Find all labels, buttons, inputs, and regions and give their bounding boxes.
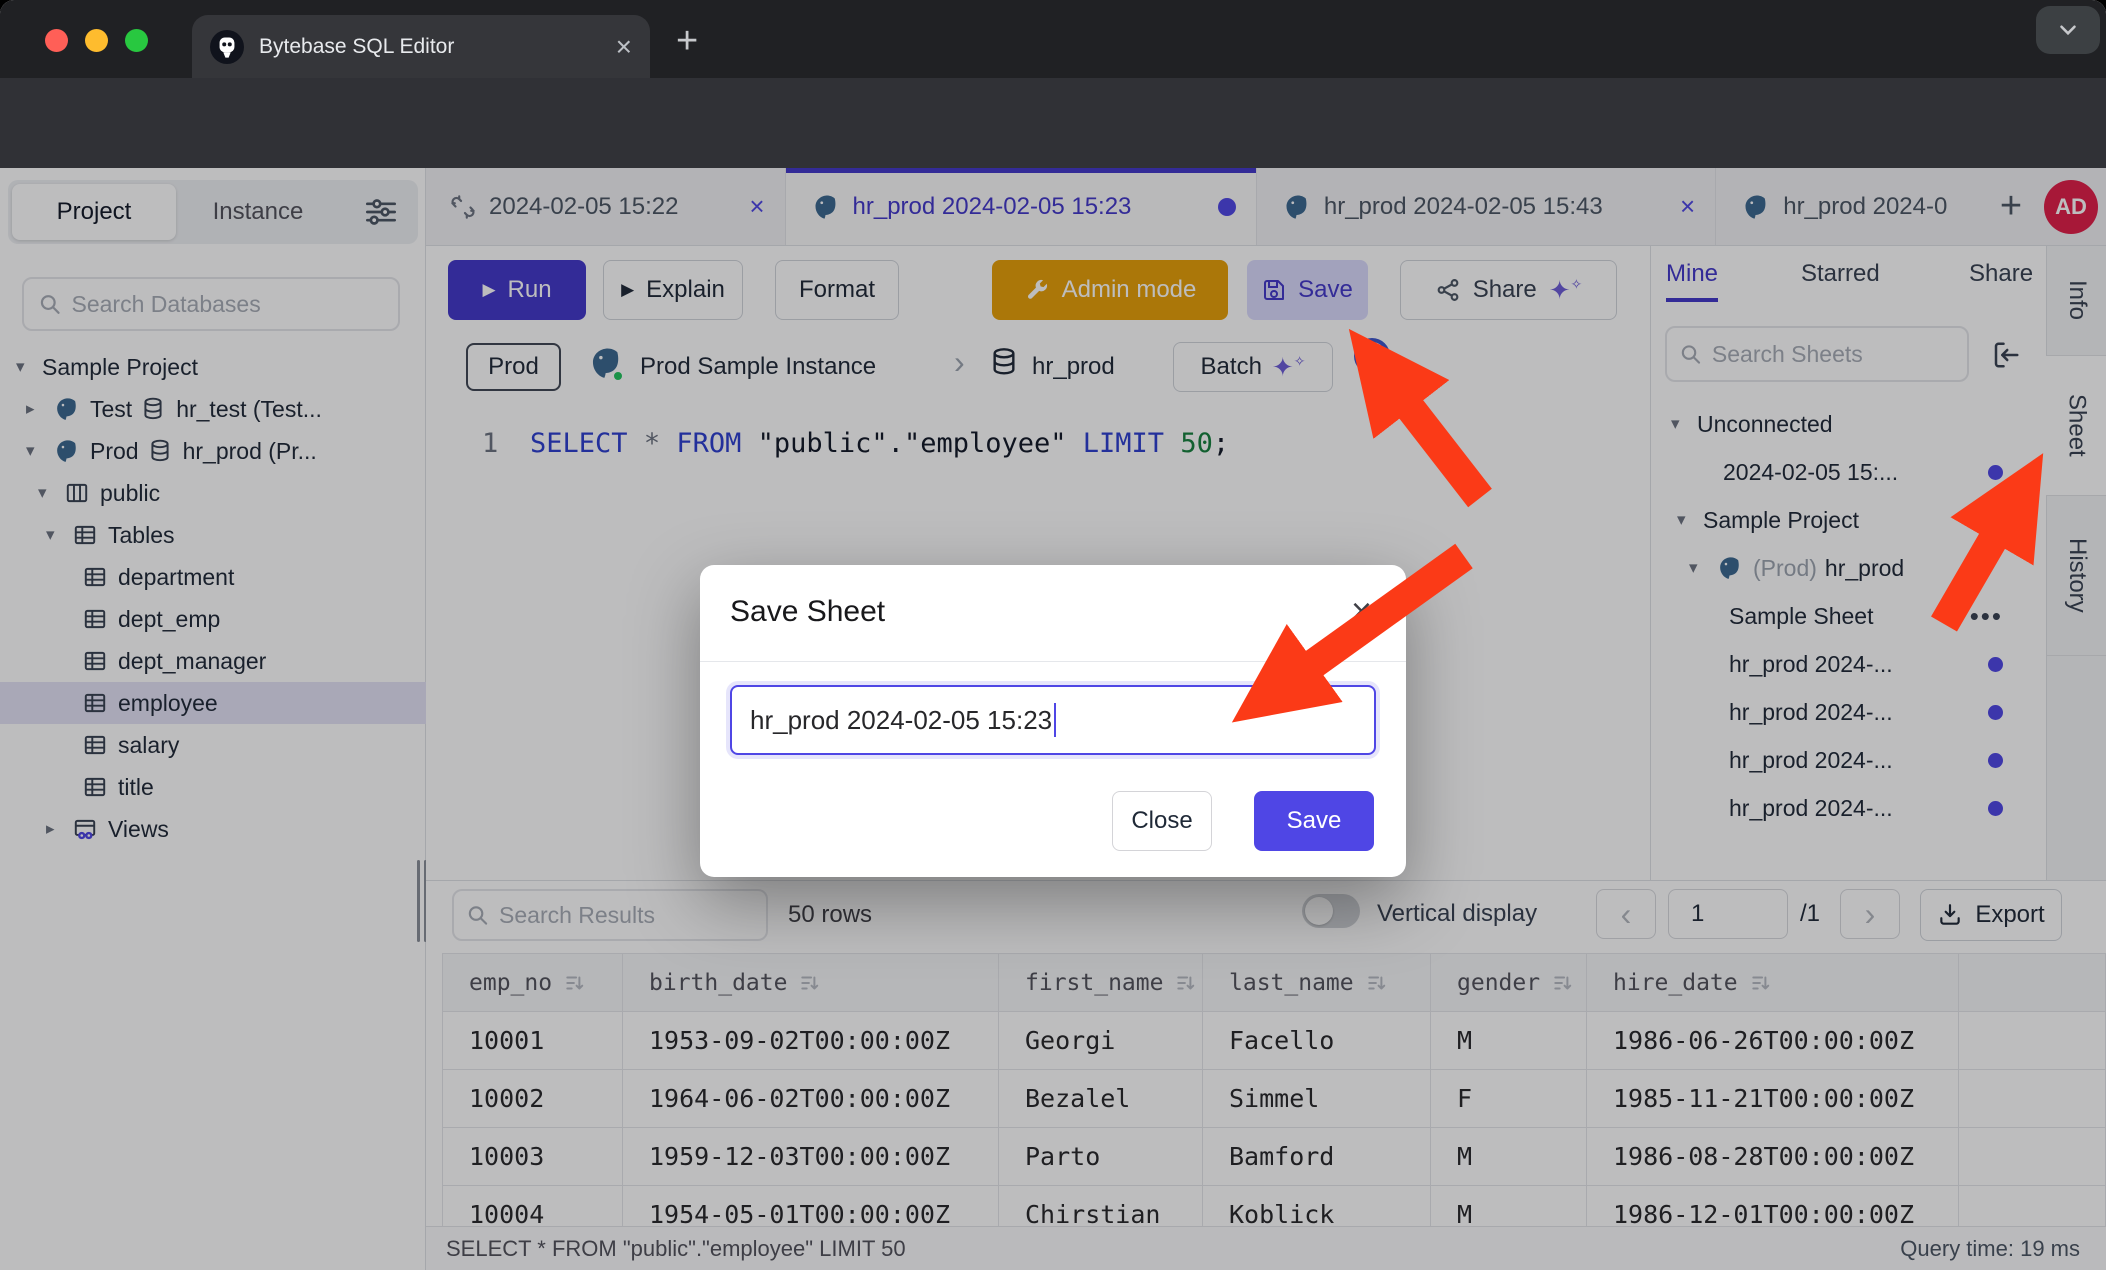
save-button-label: Save [1287, 807, 1342, 835]
browser-tab-close-icon[interactable]: × [616, 33, 632, 61]
save-sheet-modal: Save Sheet × hr_prod 2024-02-05 15:23 Cl… [700, 565, 1406, 877]
screen: Bytebase SQL Editor × + ← → localhost:80… [0, 0, 2106, 1270]
new-browser-tab-button[interactable]: + [676, 22, 698, 60]
chevron-down-icon [2055, 17, 2081, 43]
sheet-name-input[interactable]: hr_prod 2024-02-05 15:23 [730, 685, 1376, 755]
modal-close-button[interactable]: Close [1112, 791, 1212, 851]
tab-search-button[interactable] [2036, 6, 2100, 54]
macos-maximize-button[interactable] [125, 29, 148, 52]
close-button-label: Close [1131, 807, 1192, 835]
modal-divider [700, 661, 1406, 662]
browser-tab[interactable]: Bytebase SQL Editor × [192, 15, 650, 78]
modal-save-button[interactable]: Save [1254, 791, 1374, 851]
bytebase-favicon [210, 30, 244, 64]
text-caret [1054, 703, 1056, 737]
sheet-name-value: hr_prod 2024-02-05 15:23 [750, 705, 1052, 736]
browser-titlebar: Bytebase SQL Editor × + [0, 0, 2106, 78]
browser-navbar: ← → localhost:8080/sql-editor/prod-sampl… [0, 78, 2106, 168]
macos-minimize-button[interactable] [85, 29, 108, 52]
modal-title: Save Sheet [730, 595, 885, 629]
macos-close-button[interactable] [45, 29, 68, 52]
modal-close-icon[interactable]: × [1351, 593, 1372, 629]
browser-tab-title: Bytebase SQL Editor [259, 35, 616, 59]
